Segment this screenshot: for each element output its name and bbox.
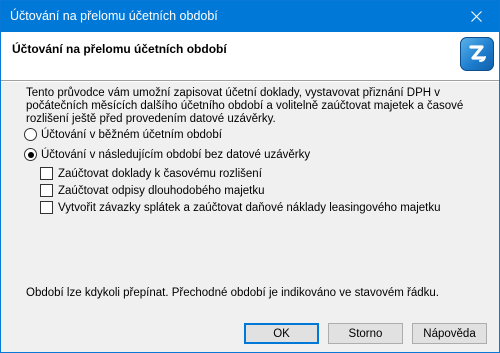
radio-next-period-label: Účtování v následujícím období bez datov… (41, 148, 311, 161)
radio-next-period[interactable]: Účtování v následujícím období bez datov… (24, 148, 310, 161)
header-divider (1, 80, 499, 82)
dialog-window: Účtování na přelomu účetních období Účto… (0, 0, 500, 353)
checkbox-accruals[interactable]: Zaúčtovat doklady k časovému rozlišení (40, 167, 262, 180)
title-bar[interactable]: Účtování na přelomu účetních období (1, 1, 499, 32)
checkbox-accruals-label: Zaúčtovat doklady k časovému rozlišení (58, 167, 262, 180)
radio-button[interactable] (24, 128, 37, 141)
radio-current-period-label: Účtování v běžném účetním období (41, 128, 222, 141)
header-title: Účtování na přelomu účetních období (12, 42, 227, 56)
radio-current-period[interactable]: Účtování v běžném účetním období (24, 128, 222, 141)
checkbox-box[interactable] (40, 201, 53, 214)
footer-hint: Období lze kdykoli přepínat. Přechodné o… (26, 287, 439, 299)
checkbox-depreciation-label: Zaúčtovat odpisy dlouhodobého majetku (58, 184, 265, 197)
window-title: Účtování na přelomu účetních období (10, 9, 218, 23)
checkbox-depreciation[interactable]: Zaúčtovat odpisy dlouhodobého majetku (40, 184, 265, 197)
description-text: Tento průvodce vám umožní zapisovat účet… (26, 87, 464, 125)
wizard-header: Účtování na přelomu účetních období (1, 32, 499, 80)
cancel-button[interactable]: Storno (328, 323, 403, 344)
checkbox-box[interactable] (40, 184, 53, 197)
checkbox-box[interactable] (40, 167, 53, 180)
help-button[interactable]: Nápověda (412, 323, 487, 344)
radio-button-selected[interactable] (24, 148, 37, 161)
close-icon (470, 11, 482, 22)
app-logo-icon (460, 37, 494, 71)
ok-button[interactable]: OK (244, 323, 319, 344)
checkbox-leasing-label: Vytvořit závazky splátek a zaúčtovat daň… (58, 201, 441, 214)
close-button[interactable] (453, 1, 499, 32)
checkbox-leasing[interactable]: Vytvořit závazky splátek a zaúčtovat daň… (40, 201, 440, 214)
